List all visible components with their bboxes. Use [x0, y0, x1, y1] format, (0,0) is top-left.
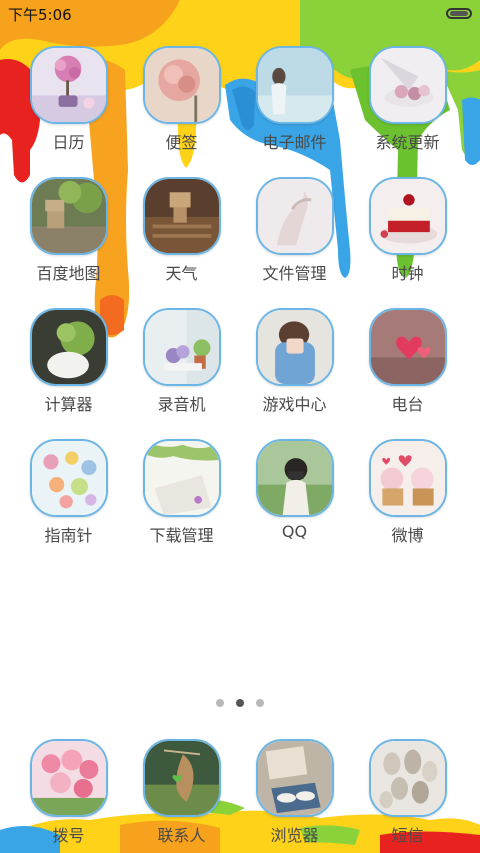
app-label: 电子邮件 — [262, 133, 327, 152]
app-label: 短信 — [391, 826, 424, 845]
app-label: 便签 — [165, 133, 198, 152]
dock: 拨号 联系人 浏览器 短信 — [0, 733, 480, 853]
app-compass[interactable]: 指南针 — [12, 433, 125, 553]
app-notes[interactable]: 便签 — [125, 40, 238, 160]
download-manager-icon — [143, 439, 221, 517]
contacts-icon — [143, 739, 221, 817]
calendar-icon — [30, 46, 108, 124]
app-label: 联系人 — [157, 826, 206, 845]
app-label: 指南针 — [44, 526, 93, 545]
dock-dialer[interactable]: 拨号 — [12, 733, 125, 853]
app-calendar[interactable]: 日历 — [12, 40, 125, 160]
app-label: 微博 — [391, 526, 424, 545]
app-download-manager[interactable]: 下载管理 — [125, 433, 238, 553]
page-dot-3[interactable] — [256, 699, 264, 707]
app-weibo[interactable]: 微博 — [351, 433, 464, 553]
browser-icon — [256, 739, 334, 817]
app-label: 天气 — [165, 264, 198, 283]
dock-contacts[interactable]: 联系人 — [125, 733, 238, 853]
page-indicator — [0, 699, 480, 709]
game-center-icon — [256, 308, 334, 386]
app-email[interactable]: 电子邮件 — [238, 40, 351, 160]
app-label: 系统更新 — [375, 133, 440, 152]
app-weather[interactable]: 天气 — [125, 171, 238, 291]
app-file-manager[interactable]: 文件管理 — [238, 171, 351, 291]
app-label: 拨号 — [52, 826, 85, 845]
weather-icon — [143, 177, 221, 255]
page-dot-2[interactable] — [236, 699, 244, 707]
app-label: 计算器 — [44, 395, 93, 414]
app-label: QQ — [281, 522, 308, 541]
app-label: 百度地图 — [36, 264, 101, 283]
app-radio[interactable]: 电台 — [351, 302, 464, 422]
clock-icon — [369, 177, 447, 255]
app-label: 日历 — [52, 133, 85, 152]
messages-icon — [369, 739, 447, 817]
battery-icon — [446, 8, 472, 19]
app-recorder[interactable]: 录音机 — [125, 302, 238, 422]
calculator-icon — [30, 308, 108, 386]
app-game-center[interactable]: 游戏中心 — [238, 302, 351, 422]
dialer-icon — [30, 739, 108, 817]
app-label: 游戏中心 — [262, 395, 327, 414]
dock-messages[interactable]: 短信 — [351, 733, 464, 853]
recorder-icon — [143, 308, 221, 386]
weibo-icon — [369, 439, 447, 517]
compass-icon — [30, 439, 108, 517]
baidu-map-icon — [30, 177, 108, 255]
app-label: 时钟 — [391, 264, 424, 283]
file-manager-icon — [256, 177, 334, 255]
radio-icon — [369, 308, 447, 386]
app-qq[interactable]: QQ — [238, 433, 351, 553]
app-clock[interactable]: 时钟 — [351, 171, 464, 291]
system-update-icon — [369, 46, 447, 124]
page-dot-1[interactable] — [216, 699, 224, 707]
app-system-update[interactable]: 系统更新 — [351, 40, 464, 160]
dock-browser[interactable]: 浏览器 — [238, 733, 351, 853]
status-time: 下午5:06 — [8, 6, 72, 24]
app-calculator[interactable]: 计算器 — [12, 302, 125, 422]
email-icon — [256, 46, 334, 124]
app-label: 下载管理 — [149, 526, 214, 545]
status-bar: 下午5:06 — [0, 0, 480, 28]
app-label: 电台 — [391, 395, 424, 414]
app-label: 浏览器 — [270, 826, 319, 845]
app-baidu-map[interactable]: 百度地图 — [12, 171, 125, 291]
app-label: 文件管理 — [262, 264, 327, 283]
qq-icon — [256, 439, 334, 517]
notes-icon — [143, 46, 221, 124]
app-label: 录音机 — [157, 395, 206, 414]
